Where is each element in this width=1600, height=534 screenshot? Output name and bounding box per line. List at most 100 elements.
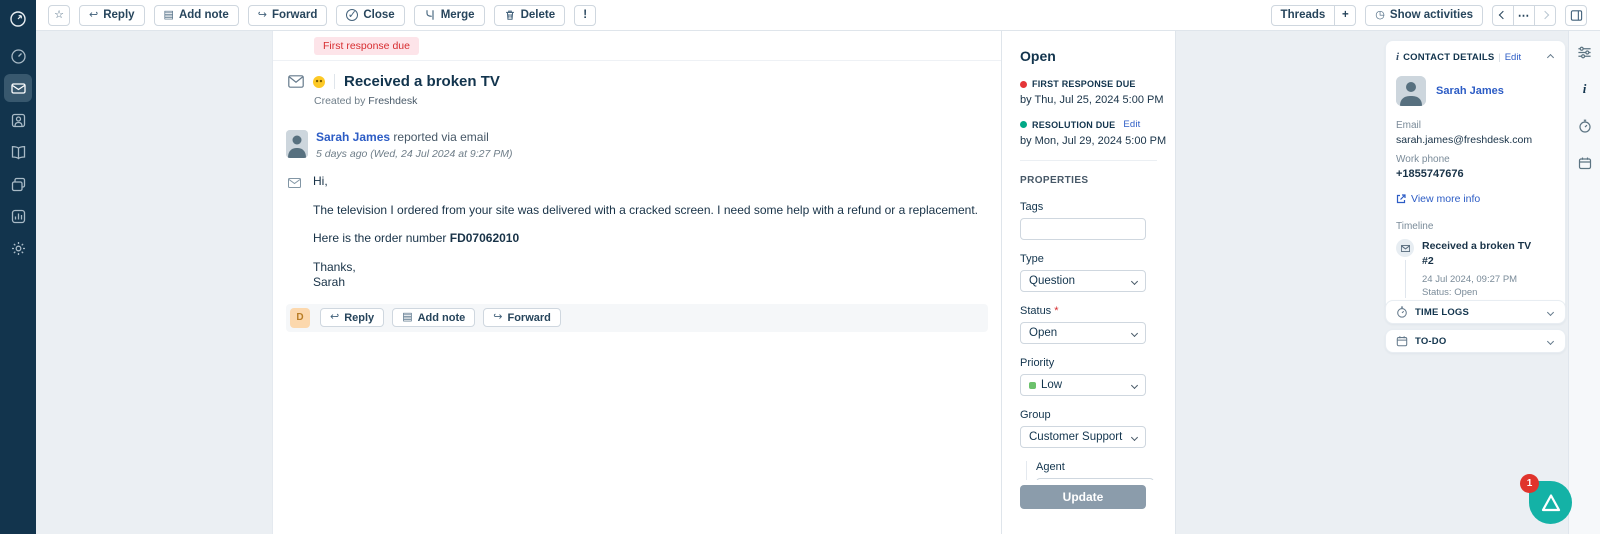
- help-widget-button[interactable]: 1: [1529, 481, 1572, 524]
- reply-icon: ↩: [89, 10, 98, 21]
- todo-section[interactable]: TO-DO: [1385, 329, 1566, 353]
- freshdesk-logo-icon[interactable]: [7, 8, 29, 30]
- expand-panel-button[interactable]: [1565, 5, 1587, 26]
- envelope-icon: [288, 174, 301, 291]
- next-ticket-button[interactable]: [1534, 5, 1556, 26]
- collapse-contact-button[interactable]: [1546, 53, 1555, 62]
- chevron-down-icon: [1547, 337, 1554, 344]
- time-logs-tab-icon[interactable]: [1576, 117, 1594, 135]
- reply-button[interactable]: ↩Reply: [79, 5, 145, 26]
- spam-button[interactable]: !: [574, 5, 596, 26]
- contact-details-title: CONTACT DETAILS: [1403, 52, 1494, 63]
- message-author-link[interactable]: Sarah James: [316, 130, 390, 144]
- status-label: Status *: [1020, 305, 1175, 317]
- nav-channels-icon[interactable]: [4, 170, 32, 198]
- nav-analytics-icon[interactable]: [4, 202, 32, 230]
- message-header: Sarah James reported via email 5 days ag…: [286, 130, 1001, 160]
- status-select[interactable]: Open: [1020, 322, 1146, 344]
- contact-name-link[interactable]: Sarah James: [1436, 85, 1504, 97]
- created-by-line: Created by Freshdesk: [314, 95, 1001, 107]
- sentiment-icon: [313, 76, 325, 88]
- note-icon: ▤: [402, 312, 412, 323]
- contact-details-tab-icon[interactable]: i: [1576, 80, 1594, 98]
- ticket-status-heading: Open: [1020, 48, 1175, 64]
- timeline-item-title: Received a broken TV: [1422, 239, 1531, 254]
- freshworks-icon: [1540, 493, 1562, 513]
- chevron-down-icon: [1547, 308, 1554, 315]
- resolution-edit-link[interactable]: Edit: [1123, 119, 1140, 130]
- divider: [334, 74, 335, 89]
- threads-button[interactable]: Threads: [1271, 5, 1336, 26]
- merge-button[interactable]: Merge: [414, 5, 485, 26]
- stopwatch-icon: [1396, 306, 1408, 318]
- message-reply-label: Reply: [344, 312, 374, 324]
- update-button[interactable]: Update: [1020, 485, 1146, 509]
- time-logs-section[interactable]: TIME LOGS: [1385, 300, 1566, 324]
- details-region: i CONTACT DETAILS | Edit Sarah James Ema…: [1177, 31, 1568, 534]
- chevron-up-icon: [1547, 53, 1554, 60]
- forward-icon: ↪: [493, 312, 502, 323]
- nav-dashboard-icon[interactable]: [4, 42, 32, 70]
- add-note-label: Add note: [179, 9, 229, 21]
- message-forward-button[interactable]: ↪Forward: [483, 308, 561, 327]
- message-signature: Sarah: [313, 275, 978, 291]
- message-add-note-button[interactable]: ▤Add note: [392, 308, 475, 327]
- todo-tab-icon[interactable]: [1576, 154, 1594, 172]
- message-reply-button[interactable]: ↩Reply: [320, 308, 384, 327]
- green-dot-icon: [1020, 121, 1027, 128]
- tags-input[interactable]: [1020, 218, 1146, 240]
- right-panel-icon-strip: i: [1568, 31, 1600, 534]
- group-select[interactable]: Customer Support: [1020, 426, 1146, 448]
- created-by-label: Created by: [314, 95, 365, 107]
- new-thread-button[interactable]: +: [1334, 5, 1356, 26]
- priority-label: Priority: [1020, 357, 1175, 369]
- expand-todo-button[interactable]: [1546, 337, 1555, 346]
- priority-value: Low: [1041, 379, 1062, 391]
- alert-icon: !: [583, 9, 587, 21]
- star-button[interactable]: ☆: [48, 5, 70, 26]
- chevron-left-icon: [1499, 11, 1507, 19]
- type-select[interactable]: Question: [1020, 270, 1146, 292]
- show-activities-label: Show activities: [1390, 9, 1473, 21]
- message-body-row: Hi, The television I ordered from your s…: [288, 174, 1001, 291]
- created-by-value: Freshdesk: [368, 95, 417, 107]
- nav-tickets-icon[interactable]: [4, 74, 32, 102]
- message-greeting: Hi,: [313, 174, 978, 190]
- nav-contacts-icon[interactable]: [4, 106, 32, 134]
- timeline-item[interactable]: Received a broken TV #2 24 Jul 2024, 09:…: [1396, 239, 1555, 298]
- quick-reply-bar: D ↩Reply ▤Add note ↪Forward: [286, 304, 988, 332]
- view-more-info-link[interactable]: View more info: [1396, 193, 1555, 205]
- chevron-right-icon: [1541, 11, 1549, 19]
- nav-solutions-icon[interactable]: [4, 138, 32, 166]
- prev-ticket-button[interactable]: [1492, 5, 1514, 26]
- contact-edit-link[interactable]: Edit: [1505, 52, 1521, 63]
- forward-button[interactable]: ↪Forward: [248, 5, 328, 26]
- message-order-line: Here is the order number FD07062010: [313, 231, 978, 247]
- message-timestamp: 5 days ago (Wed, 24 Jul 2024 at 9:27 PM): [316, 148, 513, 160]
- red-dot-icon: [1020, 81, 1027, 88]
- ticket-properties-panel: Open FIRST RESPONSE DUE by Thu, Jul 25, …: [1001, 31, 1176, 534]
- properties-filter-icon[interactable]: [1576, 43, 1594, 61]
- app-navbar: [0, 0, 36, 534]
- nav-admin-icon[interactable]: [4, 234, 32, 262]
- priority-select[interactable]: Low: [1020, 374, 1146, 396]
- properties-section-title: PROPERTIES: [1020, 175, 1175, 186]
- chevron-down-icon: [1131, 329, 1138, 336]
- trash-icon: [504, 9, 516, 21]
- first-response-due-badge: First response due: [314, 37, 419, 55]
- expand-time-logs-button[interactable]: [1546, 308, 1555, 317]
- timeline-item-id: #2: [1422, 255, 1531, 267]
- show-activities-button[interactable]: ◷Show activities: [1365, 5, 1483, 26]
- check-circle-icon: ✓: [346, 9, 358, 21]
- delete-button[interactable]: Delete: [494, 5, 566, 26]
- forward-icon: ↪: [258, 10, 267, 21]
- ticket-list-button[interactable]: ⋯: [1513, 5, 1535, 26]
- properties-footer: Update: [1002, 480, 1175, 534]
- timeline-item-date: 24 Jul 2024, 09:27 PM: [1422, 274, 1531, 285]
- resolution-due-label: RESOLUTION DUE Edit: [1020, 119, 1175, 130]
- note-icon: ▤: [164, 10, 174, 21]
- external-link-icon: [1396, 194, 1406, 204]
- required-asterisk: *: [1054, 305, 1058, 317]
- add-note-button[interactable]: ▤ Add note: [154, 5, 239, 26]
- close-button[interactable]: ✓Close: [336, 5, 404, 26]
